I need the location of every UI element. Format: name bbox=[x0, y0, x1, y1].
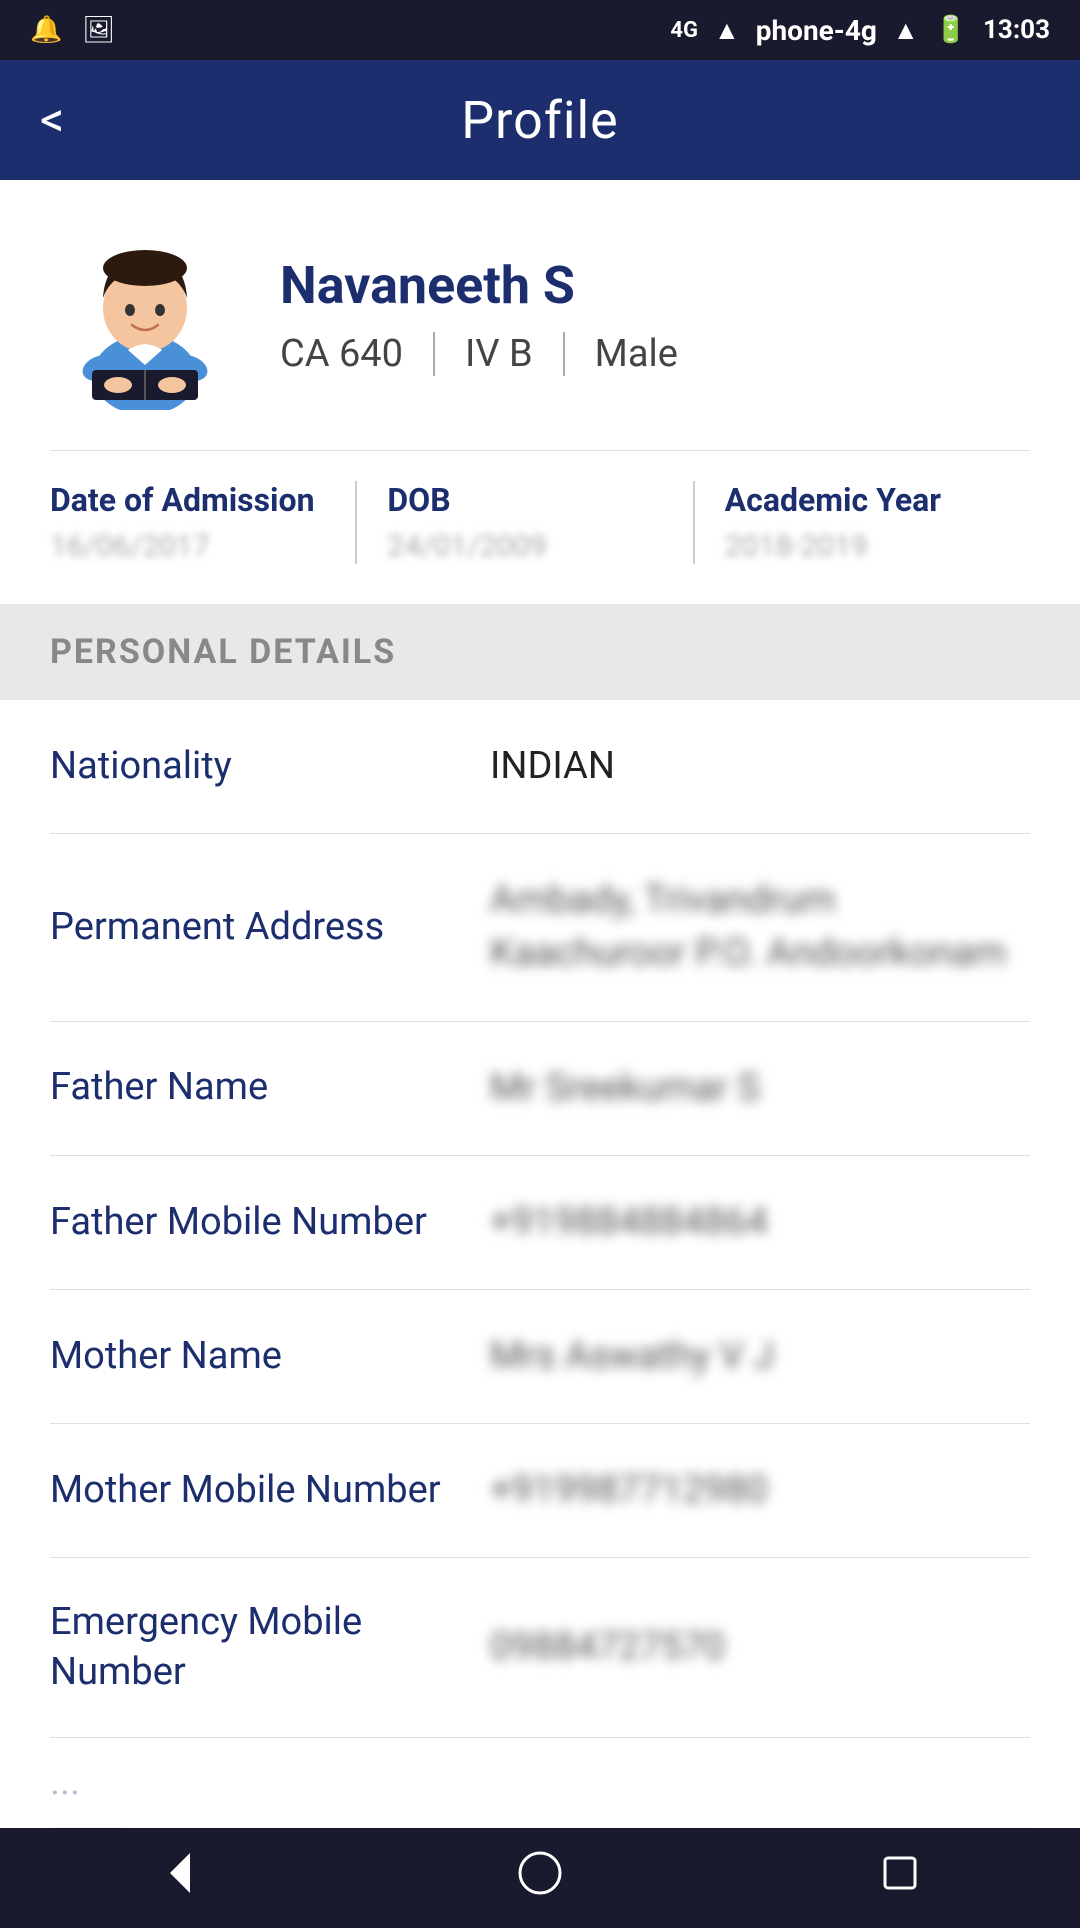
back-button[interactable]: < bbox=[40, 96, 64, 144]
lte-label: phone-4g bbox=[756, 14, 877, 47]
father-mobile-value: +919884884864 bbox=[490, 1196, 1030, 1249]
dob-label: DOB bbox=[387, 481, 450, 519]
app-header: < Profile bbox=[0, 60, 1080, 180]
profile-card: Navaneeth S CA 640 IV B Male Date of Adm… bbox=[0, 180, 1080, 604]
mother-mobile-row: Mother Mobile Number +919987712980 bbox=[50, 1424, 1030, 1558]
meta-separator-2 bbox=[563, 332, 565, 376]
profile-info: Navaneeth S CA 640 IV B Male bbox=[280, 255, 678, 376]
recent-nav-button[interactable] bbox=[870, 1843, 930, 1903]
admission-date-value: 16/06/2017 bbox=[50, 529, 210, 564]
admission-date-stat: Date of Admission 16/06/2017 bbox=[50, 481, 357, 564]
nationality-value: INDIAN bbox=[490, 740, 1030, 793]
address-label: Permanent Address bbox=[50, 903, 470, 952]
address-row: Permanent Address Ambady, Trivandrum Kaa… bbox=[50, 834, 1030, 1021]
dob-stat: DOB 24/01/2009 bbox=[387, 481, 694, 564]
dob-value: 24/01/2009 bbox=[387, 529, 547, 564]
father-name-value: Mr Sreekumar S bbox=[490, 1062, 1030, 1115]
admission-date-label: Date of Admission bbox=[50, 481, 315, 519]
roll-number: CA 640 bbox=[280, 332, 403, 376]
partial-label: ... bbox=[50, 1758, 470, 1807]
profile-name: Navaneeth S bbox=[280, 255, 678, 316]
profile-meta: CA 640 IV B Male bbox=[280, 332, 678, 376]
bell-icon: 🔔 bbox=[30, 15, 62, 45]
nav-bar bbox=[0, 1828, 1080, 1928]
status-left-icons: 🔔 🖼 bbox=[30, 15, 115, 45]
academic-year-label: Academic Year bbox=[725, 481, 941, 519]
address-value: Ambady, Trivandrum Kaachuroor P.O. Andoo… bbox=[490, 874, 1030, 980]
mother-name-row: Mother Name Mrs Aswathy V J bbox=[50, 1290, 1030, 1424]
emergency-mobile-row: Emergency Mobile Number 09884727570 bbox=[50, 1558, 1030, 1738]
mother-name-label: Mother Name bbox=[50, 1332, 470, 1381]
status-right-info: 4G ▲ phone-4g ▲ 🔋 13:03 bbox=[670, 14, 1050, 47]
clock: 13:03 bbox=[983, 15, 1050, 45]
personal-details-list: Nationality INDIAN Permanent Address Amb… bbox=[0, 700, 1080, 1828]
partial-row: ... bbox=[50, 1738, 1030, 1828]
battery-icon: 🔋 bbox=[935, 15, 967, 45]
stats-row: Date of Admission 16/06/2017 DOB 24/01/2… bbox=[50, 450, 1030, 564]
avatar bbox=[50, 220, 240, 410]
image-icon: 🖼 bbox=[82, 15, 115, 45]
father-mobile-label: Father Mobile Number bbox=[50, 1198, 470, 1247]
page-title: Profile bbox=[461, 90, 619, 151]
father-mobile-row: Father Mobile Number +919884884864 bbox=[50, 1156, 1030, 1290]
father-name-row: Father Name Mr Sreekumar S bbox=[50, 1022, 1030, 1156]
home-nav-button[interactable] bbox=[510, 1843, 570, 1903]
emergency-mobile-label: Emergency Mobile Number bbox=[50, 1598, 470, 1697]
father-name-label: Father Name bbox=[50, 1063, 470, 1112]
personal-details-header: PERSONAL DETAILS bbox=[0, 604, 1080, 700]
meta-separator-1 bbox=[433, 332, 435, 376]
mother-name-value: Mrs Aswathy V J bbox=[490, 1330, 1030, 1383]
back-nav-button[interactable] bbox=[150, 1843, 210, 1903]
emergency-mobile-value: 09884727570 bbox=[490, 1621, 1030, 1674]
profile-top-section: Navaneeth S CA 640 IV B Male bbox=[50, 220, 1030, 410]
nationality-row: Nationality INDIAN bbox=[50, 700, 1030, 834]
status-bar: 🔔 🖼 4G ▲ phone-4g ▲ 🔋 13:03 bbox=[0, 0, 1080, 60]
nationality-label: Nationality bbox=[50, 742, 470, 791]
mother-mobile-value: +919987712980 bbox=[490, 1464, 1030, 1517]
mother-mobile-label: Mother Mobile Number bbox=[50, 1466, 470, 1515]
signal-4g-icon: 4G bbox=[670, 18, 698, 43]
class-section: IV B bbox=[465, 332, 533, 376]
signal-bars-icon: ▲ bbox=[714, 15, 740, 46]
academic-year-value: 2018-2019 bbox=[725, 529, 868, 564]
signal-bars2-icon: ▲ bbox=[893, 15, 919, 46]
academic-year-stat: Academic Year 2018-2019 bbox=[725, 481, 1030, 564]
gender: Male bbox=[595, 332, 678, 376]
